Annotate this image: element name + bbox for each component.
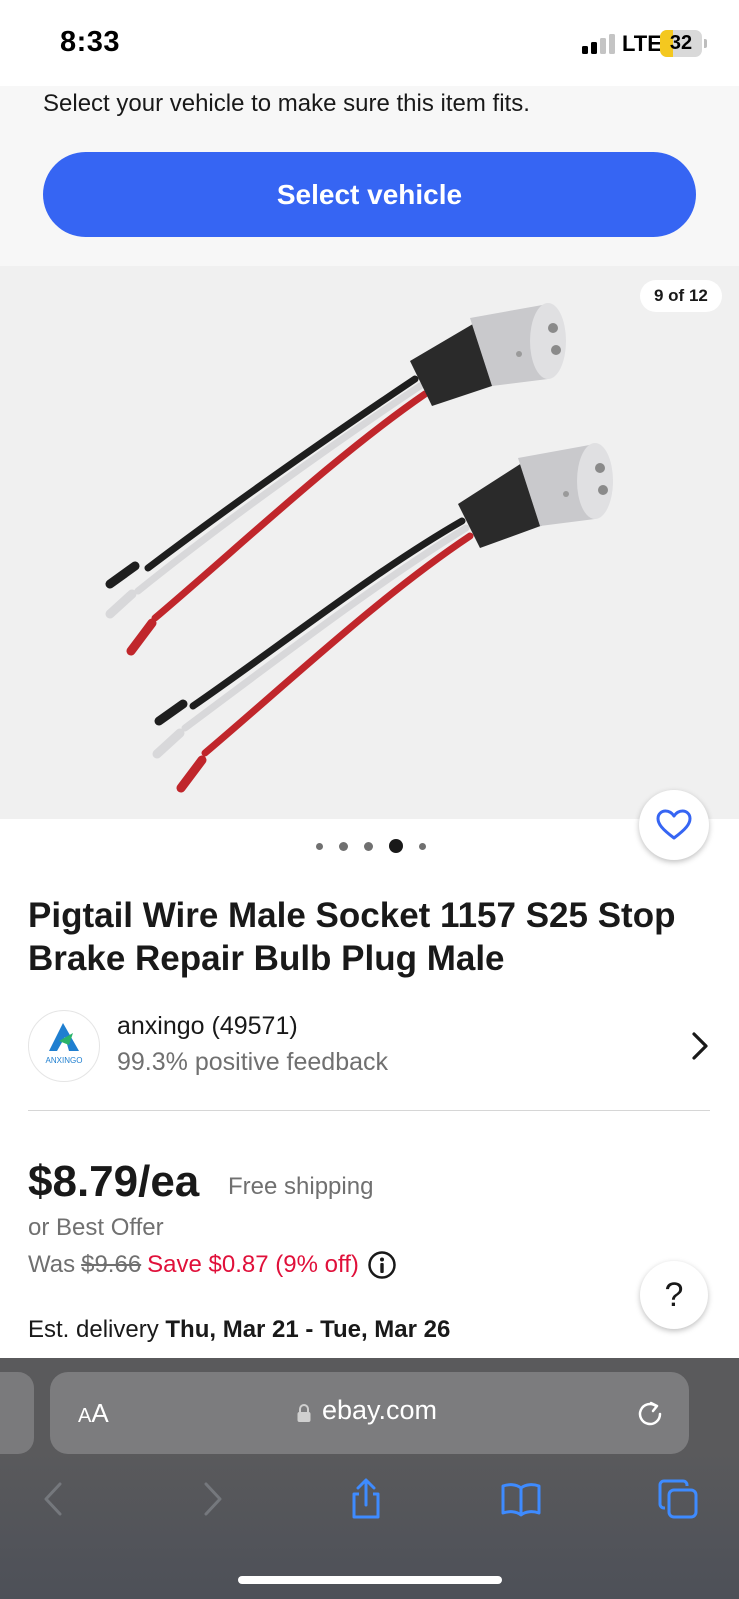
help-button[interactable]: ? [640,1261,708,1329]
vehicle-fit-prompt: Select your vehicle to make sure this it… [43,90,530,117]
back-arrow-icon[interactable] [34,1478,76,1520]
best-offer-label: or Best Offer [28,1214,164,1241]
seller-name[interactable]: anxingo (49571) [117,1012,298,1041]
tabs-icon[interactable] [657,1478,699,1520]
chevron-right-icon[interactable] [688,1030,712,1062]
shipping-info: Free shipping [228,1173,374,1200]
was-price-row: Was $9.66 Save $0.87 (9% off) [28,1250,397,1280]
item-price: $8.79/ea [28,1157,200,1206]
image-counter: 9 of 12 [640,280,722,312]
delivery-dates: Thu, Mar 21 - Tue, Mar 26 [165,1316,451,1343]
svg-text:ANXINGO: ANXINGO [46,1056,83,1065]
forward-arrow-icon[interactable] [190,1478,232,1520]
savings-label: Save $0.87 (9% off) [147,1251,359,1278]
reload-icon[interactable] [634,1398,666,1430]
carousel-dot[interactable] [316,842,323,850]
seller-info-row[interactable]: ANXINGO anxingo (49571) 99.3% positive f… [28,1010,712,1082]
network-type: LTE [622,31,662,56]
product-photo[interactable] [0,266,739,819]
bookmarks-icon[interactable] [500,1478,542,1520]
url-text[interactable]: ebay.com [322,1395,437,1426]
reader-text-size-button[interactable]: AA [78,1398,109,1429]
heart-icon [656,809,692,840]
status-time: 8:33 [60,26,121,58]
cellular-signal-icon [582,34,615,54]
was-label: Was [28,1251,76,1278]
carousel-dot-active[interactable] [389,839,403,853]
delivery-label: Est. delivery [28,1316,159,1343]
carousel-dots[interactable] [316,838,426,854]
was-price: $9.66 [81,1251,142,1278]
carousel-dot[interactable] [339,841,348,851]
add-to-watchlist-button[interactable] [639,790,709,860]
share-icon[interactable] [345,1478,387,1520]
section-divider [28,1110,710,1111]
seller-logo: ANXINGO [28,1010,100,1082]
battery-icon: 32 [660,30,707,58]
carousel-dot[interactable] [419,842,426,850]
select-vehicle-button[interactable]: Select vehicle [43,152,696,237]
carousel-dot[interactable] [364,841,373,851]
product-title: Pigtail Wire Male Socket 1157 S25 Stop B… [28,896,676,978]
previous-tab-card[interactable] [0,1372,34,1454]
lock-icon [297,1404,311,1422]
seller-feedback: 99.3% positive feedback [117,1048,389,1076]
info-icon[interactable] [367,1250,397,1280]
battery-level: 32 [669,32,693,54]
home-indicator[interactable] [238,1576,502,1584]
estimated-delivery: Est. delivery Thu, Mar 21 - Tue, Mar 26 [28,1316,450,1344]
